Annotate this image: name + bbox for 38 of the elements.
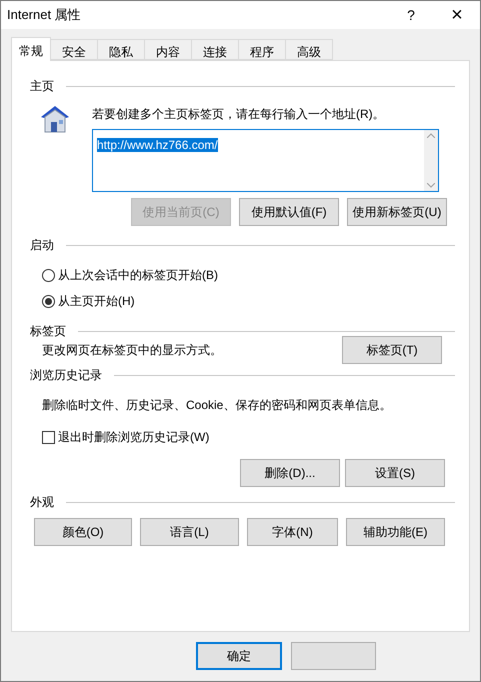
dialog-button[interactable]: 字体(N) <box>247 518 338 546</box>
radio-button[interactable] <box>42 268 55 282</box>
address-value: http://www.hz766.com/ <box>97 138 218 152</box>
tab[interactable]: 连接 <box>191 39 239 60</box>
dialog-button[interactable]: 删除(D)... <box>240 459 340 487</box>
dialog-button[interactable]: 语言(L) <box>140 518 239 546</box>
help-button[interactable]: ? <box>396 4 426 26</box>
tab[interactable]: 隐私 <box>97 39 145 60</box>
close-button[interactable]: × <box>442 5 472 25</box>
dialog-button[interactable]: 使用新标签页(U) <box>347 198 447 226</box>
section-heading: 主页 <box>30 78 54 95</box>
checkbox-label[interactable]: 退出时删除浏览历史记录(W) <box>58 428 210 446</box>
tab[interactable]: 常规 <box>11 37 51 61</box>
section-heading: 外观 <box>30 494 54 511</box>
tabs-description: 更改网页在标签页中的显示方式。 <box>41 342 222 359</box>
dialog-button[interactable]: 设置(S) <box>345 459 445 487</box>
history-description: 删除临时文件、历史记录、Cookie、保存的密码和网页表单信息。 <box>41 397 392 414</box>
instruction-text: 若要创建多个主页标签页，请在每行输入一个地址(R)。 <box>92 106 386 123</box>
scrollbar[interactable] <box>424 130 438 191</box>
dialog-button[interactable] <box>291 642 376 670</box>
tab[interactable]: 高级 <box>285 39 333 60</box>
section-heading: 浏览历史记录 <box>30 367 102 384</box>
address-field[interactable]: http://www.hz766.com/ <box>92 129 439 192</box>
tab[interactable]: 安全 <box>50 39 98 60</box>
checkbox[interactable] <box>42 430 55 444</box>
dialog-button[interactable]: 辅助功能(E) <box>346 518 445 546</box>
ok-button[interactable]: 确定 <box>196 642 282 670</box>
tab[interactable]: 程序 <box>238 39 286 60</box>
section-heading: 启动 <box>30 237 54 254</box>
radio-label[interactable]: 从主页开始(H) <box>58 292 135 310</box>
dialog-button[interactable]: 颜色(O) <box>34 518 132 546</box>
tab[interactable]: 内容 <box>144 39 192 60</box>
dialog-button[interactable]: 标签页(T) <box>342 336 442 364</box>
section-heading: 标签页 <box>30 323 66 340</box>
radio-button[interactable] <box>42 294 55 308</box>
radio-label[interactable]: 从上次会话中的标签页开始(B) <box>58 266 218 284</box>
window-title: Internet 属性 <box>7 6 81 24</box>
dialog-button[interactable]: 使用默认值(F) <box>239 198 339 226</box>
